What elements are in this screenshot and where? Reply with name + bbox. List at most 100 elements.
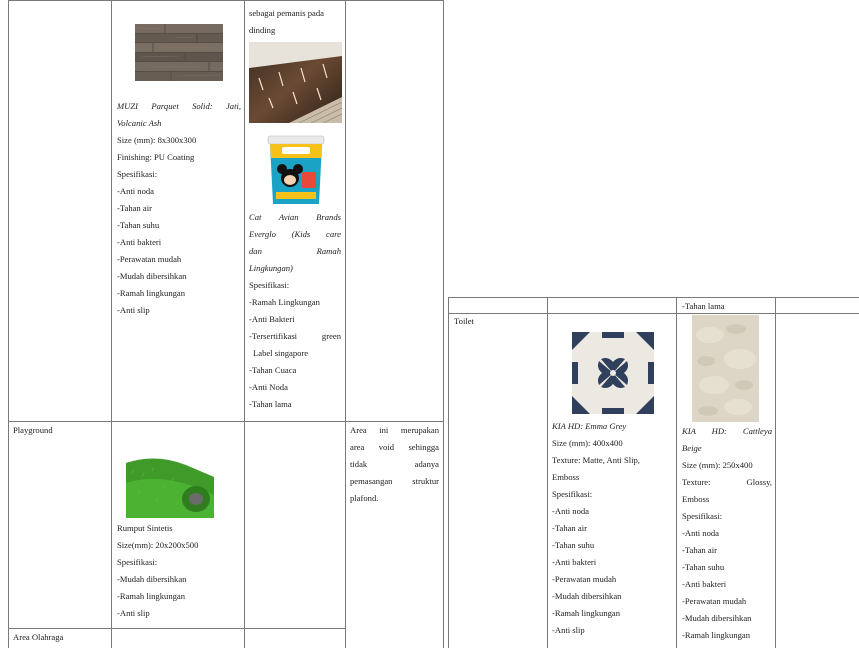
note-line: tidak adanya [350,459,439,469]
spec-item: -Mudah dibersihkan [552,591,622,601]
product-texture: Texture: Glossy, [682,474,772,491]
product-name: Everglo (Kids care [249,229,341,239]
note-line: area void sehingga [350,442,439,452]
spec-item: -Anti Bakteri [249,314,295,324]
product-texture: Texture: Matte, Anti Slip, [552,455,640,465]
spec-item: -Tahan lama [249,399,292,409]
grid-line [676,297,677,648]
product-name: dan Ramah [249,243,341,260]
grid-line [443,0,444,648]
grid-line [345,0,346,648]
product-texture-part: Texture: [682,477,711,487]
spec-item: -Mudah dibersihkan [682,613,752,623]
product-size: Size (mm): 8x300x300 [117,135,197,145]
grid-line [448,297,859,298]
parquet-image [135,24,223,81]
spec-heading: Spesifikasi: [249,280,290,290]
spec-item: -Mudah dibersihkan [117,574,187,584]
spec-item: -Perawatan mudah [552,574,617,584]
grid-line [775,297,776,648]
spec-item: -Anti noda [552,506,589,516]
right-table: -Tahan lama Toilet KIA HD: Emma Grey Siz… [448,0,859,648]
product-name: KIA HD: Emma Grey [552,421,627,431]
wall-panel-image [249,42,342,123]
spec-item: -Tahan suhu [117,220,160,230]
wall-intro-cell: sebagai pemanis pada dinding [249,5,342,39]
spec-item: -Anti slip [117,608,150,618]
spec-item: -Mudah dibersihkan [117,271,187,281]
grid-line [448,313,859,314]
product-texture: Emboss [682,494,710,504]
product-size: Size (mm): 250x400 [682,460,753,470]
product-size: Size (mm): 400x400 [552,438,623,448]
grass-product-cell: Rumput Sintetis Size(mm): 20x200x500 Spe… [117,520,241,622]
area-label: Playground [13,425,53,435]
spec-item: -Ramah lingkungan [552,608,621,618]
spec-item: -Perawatan mudah [682,596,747,606]
grid-line [8,0,9,648]
spec-item: -Anti noda [682,528,719,538]
emma-grey-product-cell: KIA HD: Emma Grey Size (mm): 400x400 Tex… [552,418,672,639]
spec-item: -Perawatan mudah [117,254,182,264]
cattleya-beige-tile-image [692,315,759,422]
grid-line [448,297,449,648]
area-label: Toilet [454,316,474,326]
paint-bucket-image [264,132,328,206]
spec-heading: Spesifikasi: [117,557,158,567]
spec-item: -Anti Noda [249,382,288,392]
grid-line [8,628,346,629]
spec-item: -Ramah lingkungan [117,288,186,298]
spec-item: -Tahan suhu [682,562,725,572]
product-name: Volcanic Ash [117,118,162,128]
product-name: KIA HD: Cattleya [682,426,772,436]
spec-item: -Anti slip [117,305,150,315]
emma-grey-tile-image [572,332,654,414]
cattleya-beige-product-cell: KIA HD: Cattleya Beige Size (mm): 250x40… [682,423,772,644]
spec-item: -Ramah lingkungan [117,591,186,601]
spec-heading: Spesifikasi: [117,169,158,179]
spec-item: -Tahan lama [682,301,725,311]
spec-item: Label singapore [253,348,309,358]
product-name: MUZI Parquet Solid: Jati, [117,101,241,111]
product-name: Cat Avian Brands [249,212,341,222]
spec-item: -Tahan suhu [552,540,595,550]
product-name-part: Ramah [316,246,341,256]
note-line: plafond. [350,493,379,503]
product-texture: Emboss [552,472,580,482]
grid-line [111,0,112,648]
artificial-grass-image [126,443,214,518]
product-name: Beige [682,443,702,453]
spec-item: -Tahan air [552,523,587,533]
spec-item: -Ramah Lingkungan [249,297,320,307]
spec-item: -Ramah lingkungan [682,630,751,640]
product-finishing: Finishing: PU Coating [117,152,195,162]
spec-item: -Anti slip [552,625,585,635]
spec-item: -Anti bakteri [682,579,727,589]
spec-item: -Anti bakteri [552,557,597,567]
product-name: Rumput Sintetis [117,523,173,533]
spec-item: -Anti noda [117,186,154,196]
product-name-part: dan [249,246,262,256]
muzi-product-cell: MUZI Parquet Solid: Jati, Volcanic Ash S… [117,98,241,319]
area-label: Area Olahraga [13,632,64,642]
spec-heading: Spesifikasi: [552,489,593,499]
spec-item: -Tahan Cuaca [249,365,297,375]
spec-item: -Tersertifikasi green [249,331,341,341]
grid-line [244,0,245,648]
product-texture-part: Glossy, [746,477,772,487]
wall-intro-text: sebagai pemanis pada [249,8,324,18]
spec-item: -Tahan air [682,545,717,555]
note-line: Area ini merupakan [350,425,439,435]
wall-intro-text: dinding [249,25,276,35]
avian-product-cell: Cat Avian Brands Everglo (Kids care dan … [249,209,341,413]
grid-line [547,297,548,648]
spec-item: -Anti bakteri [117,237,162,247]
product-size: Size(mm): 20x200x500 [117,540,199,550]
playground-note: Area ini merupakan area void sehingga ti… [350,422,439,507]
spec-heading: Spesifikasi: [682,511,723,521]
left-table: MUZI Parquet Solid: Jati, Volcanic Ash S… [8,0,444,648]
grid-line [8,0,444,1]
product-name: Lingkungan) [249,263,293,273]
note-line: pemasangan struktur [350,476,439,486]
spec-item: -Tahan air [117,203,152,213]
